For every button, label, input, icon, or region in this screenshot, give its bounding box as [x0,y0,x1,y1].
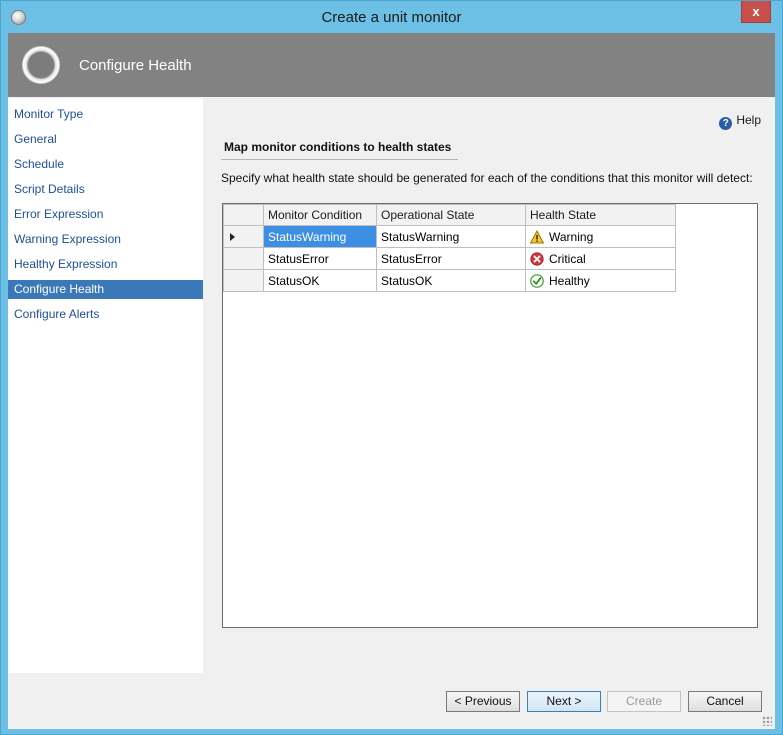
resize-grip-icon[interactable] [762,716,772,726]
previous-button[interactable]: < Previous [446,691,520,712]
next-button[interactable]: Next > [527,691,601,712]
healthy-icon [530,273,544,288]
current-row-arrow-icon [230,233,235,242]
row-selector[interactable] [223,247,264,270]
warning-icon [530,229,544,243]
sidebar-item-configure-health[interactable]: Configure Health [8,280,203,299]
health-state-label: Critical [549,251,586,266]
cell-operational-state[interactable]: StatusError [376,247,526,270]
description-text: Specify what health state should be gene… [221,171,753,185]
sidebar-item-script-details[interactable]: Script Details [8,180,203,199]
wizard-window: Create a unit monitor x Configure Health… [0,0,783,735]
health-state-label: Healthy [549,273,590,288]
section-heading: Map monitor conditions to health states [224,140,452,154]
health-state-label: Warning [549,229,594,244]
sidebar-item-warning-expression[interactable]: Warning Expression [8,230,203,249]
table-row[interactable]: StatusOK StatusOK Healthy [223,269,676,292]
sidebar-item-general[interactable]: General [8,130,203,149]
sidebar-item-monitor-type[interactable]: Monitor Type [8,105,203,124]
row-header-corner [223,204,264,226]
row-selector[interactable] [223,269,264,292]
cell-monitor-condition[interactable]: StatusOK [263,269,377,292]
create-button: Create [607,691,681,712]
cell-operational-state[interactable]: StatusOK [376,269,526,292]
cell-monitor-condition[interactable]: StatusWarning [263,225,377,248]
cell-monitor-condition[interactable]: StatusError [263,247,377,270]
sidebar-item-configure-alerts[interactable]: Configure Alerts [8,305,203,324]
table-header-row: Monitor Condition Operational State Heal… [223,204,676,226]
help-icon: ? [719,117,733,130]
title-bar[interactable]: Create a unit monitor x [1,1,782,33]
page-title: Configure Health [79,57,192,74]
column-header-monitor-condition[interactable]: Monitor Condition [263,204,377,226]
cell-health-state[interactable]: Healthy [525,269,676,292]
sidebar-item-error-expression[interactable]: Error Expression [8,205,203,224]
critical-icon [530,251,544,266]
wizard-footer: < Previous Next > Create Cancel [8,673,775,729]
window-title: Create a unit monitor [321,9,462,26]
help-link[interactable]: ? Help [719,113,761,130]
cell-operational-state[interactable]: StatusWarning [376,225,526,248]
sidebar-item-healthy-expression[interactable]: Healthy Expression [8,255,203,274]
close-button[interactable]: x [741,1,771,23]
row-selector[interactable] [223,225,264,248]
column-header-operational-state[interactable]: Operational State [376,204,526,226]
content-panel: ? Help Map monitor conditions to health s… [203,98,775,673]
ring-icon [22,46,60,84]
wizard-step-list: Monitor Type General Schedule Script Det… [8,98,203,673]
cell-health-state[interactable]: Critical [525,247,676,270]
header-banner: Configure Health [8,33,775,97]
section-divider [221,159,458,160]
help-label: Help [736,113,761,127]
wizard-client: Configure Health Monitor Type General Sc… [8,33,775,729]
table-row[interactable]: StatusWarning StatusWarning Warning [223,225,676,248]
health-state-table: Monitor Condition Operational State Heal… [223,204,676,292]
table-row[interactable]: StatusError StatusError Critical [223,247,676,270]
column-header-health-state[interactable]: Health State [525,204,676,226]
health-state-grid[interactable]: Monitor Condition Operational State Heal… [222,203,758,628]
cell-health-state[interactable]: Warning [525,225,676,248]
sidebar-item-schedule[interactable]: Schedule [8,155,203,174]
cancel-button[interactable]: Cancel [688,691,762,712]
